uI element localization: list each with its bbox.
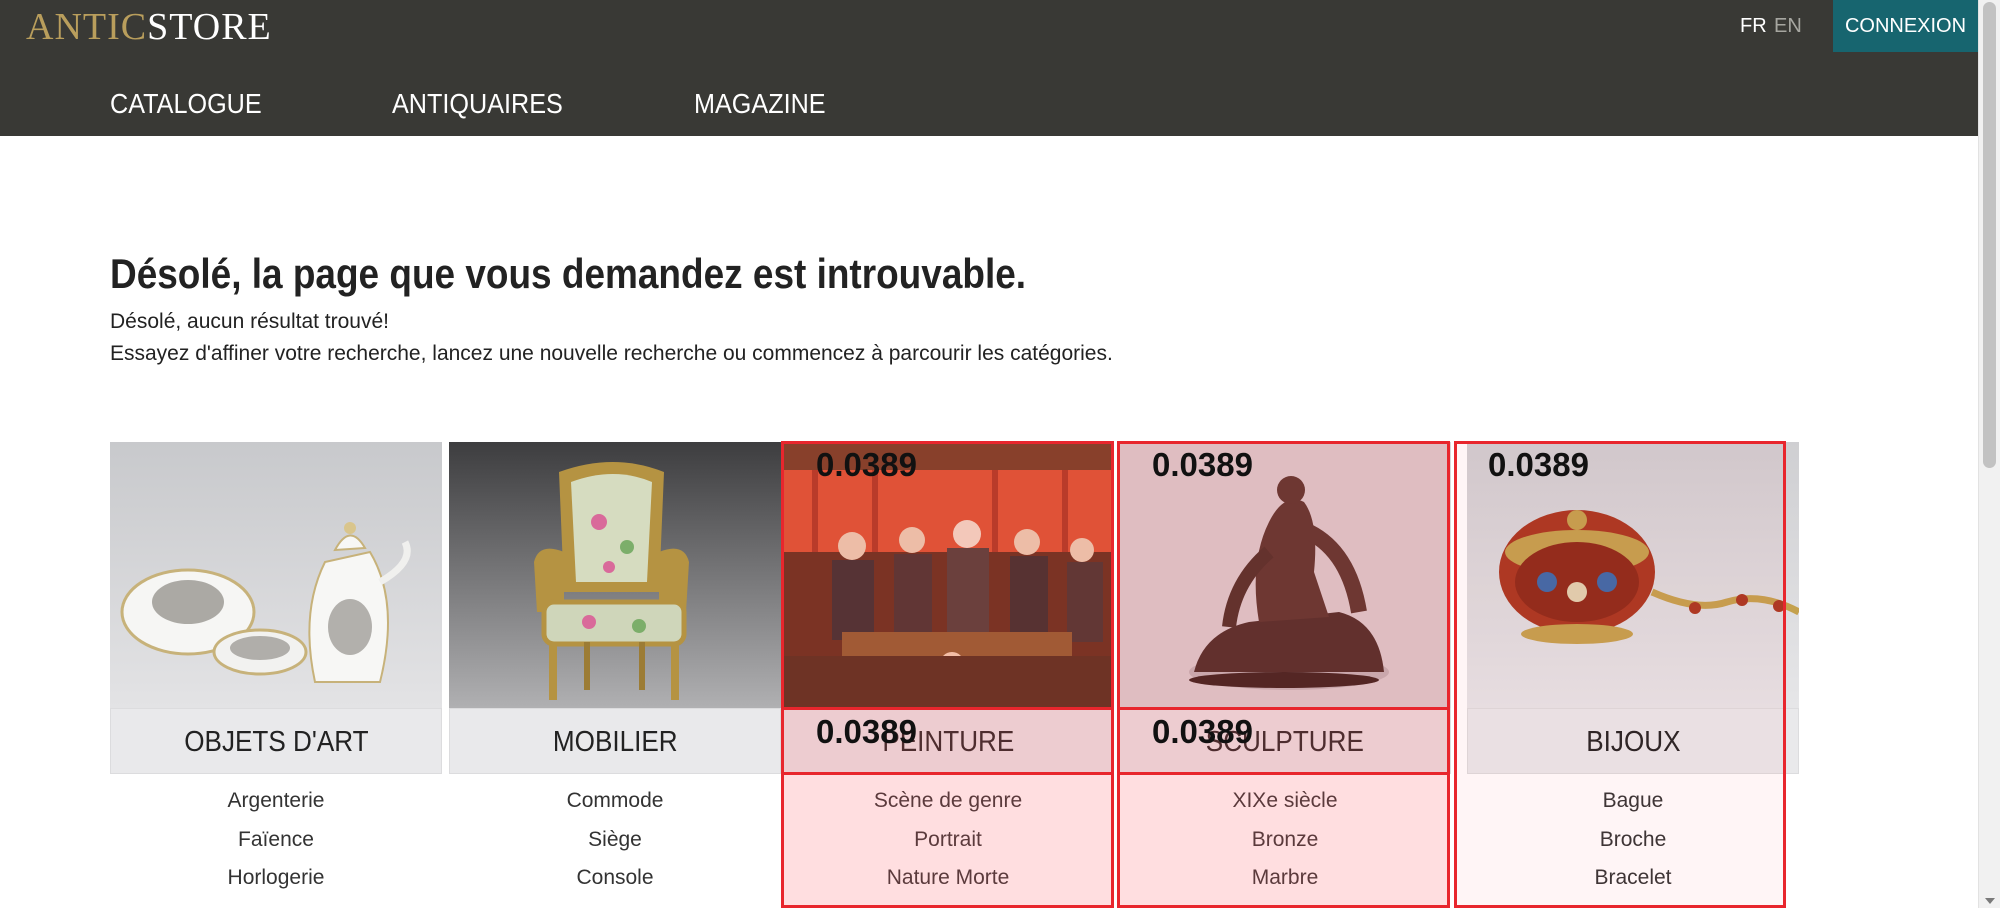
armchair-image[interactable] xyxy=(449,442,781,708)
language-fr-link[interactable]: FR xyxy=(1740,14,1767,38)
nav-magazine[interactable]: MAGAZINE xyxy=(694,86,826,122)
site-header: ANTICSTORE FR EN CONNEXION CATALOGUE ANT… xyxy=(0,0,1978,136)
page-title: Désolé, la page que vous demandez est in… xyxy=(110,250,1027,297)
subcategory-link-siege[interactable]: Siège xyxy=(449,827,781,853)
category-title-mobilier[interactable]: MOBILIER xyxy=(449,708,781,774)
category-title-text: MOBILIER xyxy=(552,726,678,758)
detection-box-peinture xyxy=(781,441,1114,908)
category-card-mobilier[interactable]: MOBILIER Commode Siège Console xyxy=(449,442,781,908)
category-card-objets-dart[interactable]: OBJETS D'ART Argenterie Faïence Horloger… xyxy=(110,442,442,908)
logo-text-store: STORE xyxy=(147,6,272,48)
vertical-scrollbar[interactable] xyxy=(1978,0,2000,908)
detection-score-sculpture-label: 0.0389 xyxy=(1152,713,1253,750)
login-button[interactable]: CONNEXION xyxy=(1833,0,1978,52)
detection-score-bijoux: 0.0389 xyxy=(1488,446,1589,483)
subcategory-link-argenterie[interactable]: Argenterie xyxy=(110,788,442,814)
nav-catalogue[interactable]: CATALOGUE xyxy=(110,86,262,122)
detection-box-sculpture xyxy=(1117,441,1450,908)
nav-antiquaires[interactable]: ANTIQUAIRES xyxy=(392,86,563,122)
detection-score-sculpture: 0.0389 xyxy=(1152,446,1253,483)
detection-score-peinture: 0.0389 xyxy=(816,446,917,483)
site-logo[interactable]: ANTICSTORE xyxy=(26,7,272,47)
detection-score-peinture-label: 0.0389 xyxy=(816,713,917,750)
porcelain-tea-set-image[interactable] xyxy=(110,442,442,708)
category-title-text: OBJETS D'ART xyxy=(183,726,369,758)
subcategory-link-console[interactable]: Console xyxy=(449,865,781,891)
subcategory-link-commode[interactable]: Commode xyxy=(449,788,781,814)
language-en-link[interactable]: EN xyxy=(1774,14,1802,38)
category-title-objets-dart[interactable]: OBJETS D'ART xyxy=(110,708,442,774)
detection-box-bijoux xyxy=(1454,441,1786,908)
subcategory-link-faience[interactable]: Faïence xyxy=(110,827,442,853)
armchair-illustration xyxy=(449,442,781,708)
subcategory-link-horlogerie[interactable]: Horlogerie xyxy=(110,865,442,891)
search-advice-message: Essayez d'affiner votre recherche, lance… xyxy=(110,342,1113,365)
no-result-message: Désolé, aucun résultat trouvé! xyxy=(110,310,389,333)
scrollbar-thumb[interactable] xyxy=(1983,2,1996,468)
scroll-down-arrow-icon[interactable] xyxy=(1985,898,1995,904)
logo-text-antic: ANTIC xyxy=(26,6,148,48)
porcelain-tea-set-illustration xyxy=(110,442,442,708)
